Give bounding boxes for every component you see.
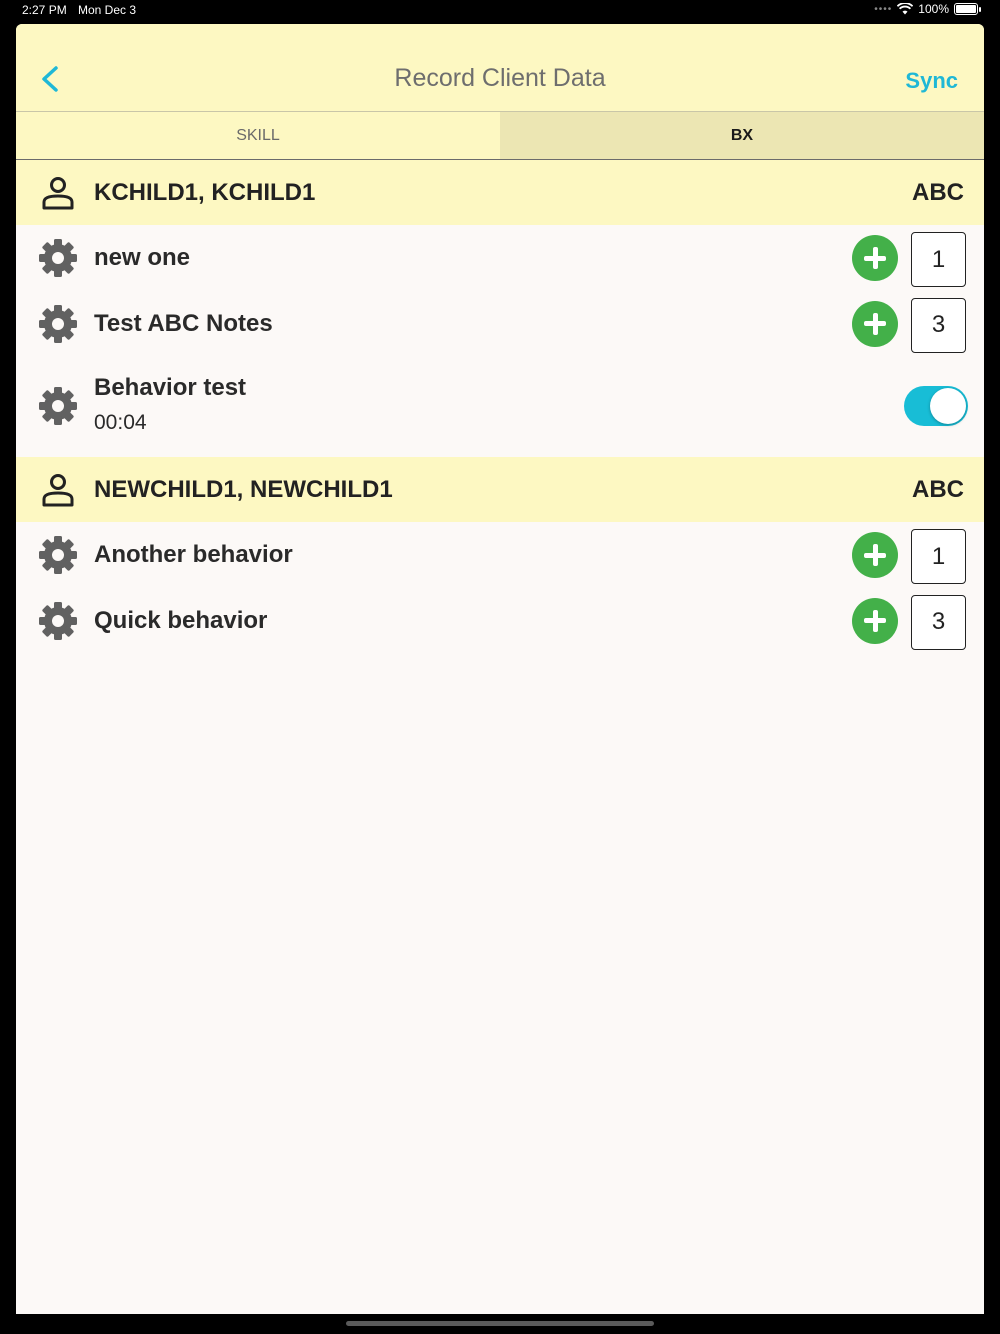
person-icon: [42, 474, 74, 507]
behavior-label: Test ABC Notes: [94, 309, 273, 337]
behavior-label: Behavior test: [94, 374, 247, 401]
gear-icon[interactable]: [38, 535, 78, 575]
gear-icon[interactable]: [38, 304, 78, 344]
home-indicator[interactable]: [346, 1321, 654, 1326]
client-name: NEWCHILD1, NEWCHILD1: [94, 475, 393, 503]
behavior-label: Another behavior: [94, 541, 293, 568]
tab-bar: SKILL BX: [16, 112, 984, 160]
behavior-label: new one: [94, 244, 191, 271]
add-count-button[interactable]: [852, 300, 898, 347]
behavior-row: Behavior test 00:04: [16, 356, 984, 457]
client-abc-tag[interactable]: ABC: [912, 179, 964, 207]
add-count-button[interactable]: [852, 532, 898, 578]
battery-percent: 100%: [918, 2, 949, 16]
wifi-icon: [897, 3, 914, 15]
count-box[interactable]: 3: [911, 297, 966, 353]
add-count-button[interactable]: [852, 597, 898, 644]
toggle-knob: [930, 388, 966, 424]
gear-icon[interactable]: [38, 386, 78, 426]
signal-dots-icon: ••••: [874, 3, 893, 15]
count-box[interactable]: 3: [911, 594, 966, 650]
client-header: NEWCHILD1, NEWCHILD1 ABC: [16, 457, 984, 522]
status-date: Mon Dec 3: [78, 3, 137, 17]
gear-icon[interactable]: [38, 238, 78, 278]
gear-icon[interactable]: [38, 601, 78, 641]
count-box[interactable]: 1: [911, 529, 966, 584]
count-box[interactable]: 1: [911, 232, 966, 287]
battery-icon: [954, 3, 981, 15]
client-name: KCHILD1, KCHILD1: [94, 178, 316, 206]
client-header: KCHILD1, KCHILD1 ABC: [16, 160, 984, 225]
app-screen: Record Client Data Sync SKILL BX KCHILD1…: [16, 24, 984, 1314]
person-icon: [42, 177, 74, 210]
page-title: Record Client Data: [394, 64, 606, 92]
behavior-duration: 00:04: [94, 411, 147, 434]
behavior-row: new one 1: [16, 225, 984, 291]
add-count-button[interactable]: [852, 235, 898, 281]
behavior-label: Quick behavior: [94, 606, 268, 634]
duration-toggle[interactable]: [904, 386, 968, 426]
behavior-row: Test ABC Notes 3: [16, 291, 984, 357]
behavior-row: Another behavior 1: [16, 522, 984, 588]
behavior-row: Quick behavior 3: [16, 588, 984, 654]
nav-bar: Record Client Data Sync: [16, 24, 984, 112]
sync-button[interactable]: Sync: [905, 68, 958, 94]
status-bar: 2:27 PM Mon Dec 3 •••• 100%: [0, 0, 1000, 22]
tab-skill[interactable]: SKILL: [16, 112, 500, 159]
tab-bx[interactable]: BX: [500, 112, 984, 159]
status-right: •••• 100%: [874, 2, 981, 16]
client-abc-tag[interactable]: ABC: [912, 476, 964, 504]
status-time: 2:27 PM: [22, 3, 67, 17]
